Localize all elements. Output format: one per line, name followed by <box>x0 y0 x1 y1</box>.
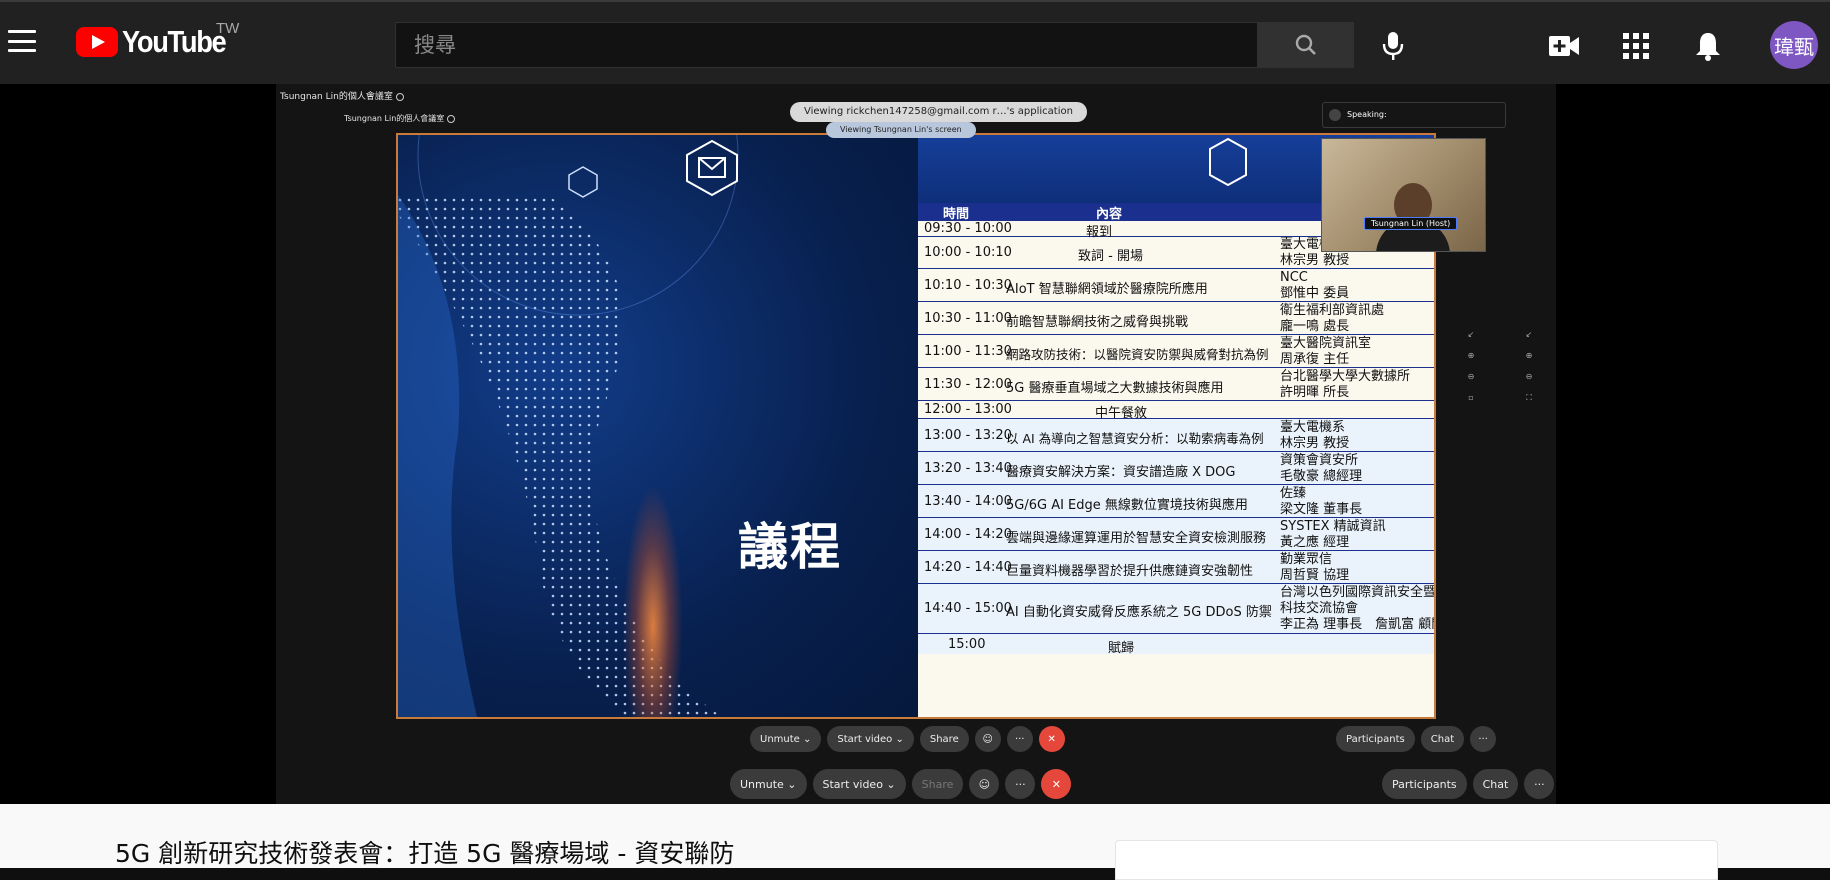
leave-meeting-icon[interactable]: ✕ <box>1038 726 1065 752</box>
search-box <box>395 22 1258 68</box>
slide-art-panel <box>398 135 918 717</box>
notifications-icon <box>1696 33 1720 61</box>
share-button[interactable]: Share <box>919 726 969 752</box>
mail-hex-icon <box>686 139 738 197</box>
menu-icon[interactable] <box>8 27 36 55</box>
agenda-row: 14:20 - 14:40 巨量資料機器學習於提升供應鏈資安強韌性 勤業眾信 周… <box>918 551 1434 584</box>
zoom-out-icon[interactable]: ⊖ <box>1466 366 1476 387</box>
room-title-inner: Tsungnan Lin的個人會議室 <box>344 113 456 124</box>
agenda-row: 13:20 - 13:40 醫療資安解決方案：資安譜造廠 X DOG 資策會資安… <box>918 452 1434 485</box>
room-title-outer: Tsungnan Lin的個人會議室 <box>280 89 404 102</box>
agenda-row: 10:30 - 11:00 前瞻智慧聯網技術之威脅與挑戰 衛生福利部資訊處 龐一… <box>918 302 1434 335</box>
agenda-row: 13:00 - 13:20 以 AI 為導向之智慧資安分析：以勒索病毒為例 臺大… <box>918 419 1434 452</box>
collapse-icon[interactable]: ↙ <box>1524 324 1534 345</box>
info-icon <box>447 114 456 123</box>
more-options-button[interactable]: ··· <box>1524 769 1555 799</box>
side-controls: Participants Chat ··· <box>1382 769 1556 799</box>
start-video-button[interactable]: Start video ⌄ <box>827 726 914 752</box>
agenda-row: 11:30 - 12:00 5G 醫療垂直場域之大數據技術與應用 台北醫學大學大… <box>918 368 1434 401</box>
player-letterbox-right <box>1556 84 1830 804</box>
secondary-panel <box>1115 840 1718 880</box>
more-button[interactable]: ··· <box>1006 726 1033 752</box>
notifications-button[interactable] <box>1688 26 1728 66</box>
agenda-row: 12:00 - 13:00 中午餐敘 <box>918 401 1434 421</box>
flame-glow <box>623 485 683 717</box>
watch-page-below: 5G 創新研究技術發表會：打造 5G 醫療場域 - 資安聯防 <box>0 804 1830 880</box>
meeting-controls: Unmute ⌄ Start video ⌄ Share ☺ ··· ✕ <box>730 769 1077 799</box>
logo-region: TW <box>216 20 240 37</box>
share-button[interactable]: Share <box>911 769 964 799</box>
participants-button[interactable]: Participants <box>1336 726 1415 752</box>
more-button[interactable]: ··· <box>1005 769 1036 799</box>
video-title: 5G 創新研究技術發表會：打造 5G 醫療場域 - 資安聯防 <box>115 839 735 868</box>
agenda-table: 時間 內容 09:30 - 10:00 報到 10:00 - 10:10 致詞 … <box>918 203 1434 717</box>
viewing-application-banner: Viewing rickchen147258@gmail.com r…'s ap… <box>790 102 1087 122</box>
more-options-button[interactable]: ··· <box>1470 726 1497 752</box>
agenda-row: 14:40 - 15:00 AI 自動化資安威脅反應系統之 5G DDoS 防禦… <box>918 584 1434 634</box>
apps-grid-icon <box>1623 33 1649 59</box>
agenda-row: 13:40 - 14:00 5G/6G AI Edge 無線數位實境技術與應用 … <box>918 485 1434 518</box>
agenda-row: 15:00 賦歸 <box>918 634 1434 656</box>
collapse-icon[interactable]: ↙ <box>1466 324 1476 345</box>
zoom-in-icon[interactable]: ⊕ <box>1524 345 1534 366</box>
hex-number-icon <box>1209 137 1247 187</box>
shared-slide: 議程 時間 內容 09:30 - 10:00 報到 10:00 - 10:10 … <box>396 133 1436 719</box>
agenda-head-content: 內容 <box>1096 207 1123 222</box>
agenda-row: 11:00 - 11:30 網路攻防技術：以醫院資安防禦與威脅對抗為例 臺大醫院… <box>918 335 1434 368</box>
inner-meeting-controls: Unmute ⌄ Start video ⌄ Share ☺ ··· ✕ <box>750 726 1071 752</box>
mic-icon <box>1382 32 1404 60</box>
agenda-row: 14:00 - 14:20 雲端與邊緣運算運用於智慧安全資安檢測服務 SYSTE… <box>918 518 1434 551</box>
host-video-thumbnail[interactable]: Tsungnan Lin (Host) <box>1321 138 1486 252</box>
side-toolbar-outer[interactable]: ↙ ⊕ ⊖ ⛶ <box>1524 324 1534 408</box>
avatar[interactable]: 瑋甄 <box>1770 21 1818 69</box>
info-icon <box>395 92 404 101</box>
agenda-head-time: 時間 <box>943 207 970 222</box>
voice-search-button[interactable] <box>1373 26 1413 66</box>
youtube-logo[interactable]: YouTube TW <box>76 20 240 60</box>
unmute-button[interactable]: Unmute ⌄ <box>730 769 807 799</box>
start-video-button[interactable]: Start video ⌄ <box>812 769 906 799</box>
small-hex-icon <box>568 166 598 198</box>
viewing-screen-banner: Viewing Tsungnan Lin's screen <box>826 122 976 138</box>
host-name-tag: Tsungnan Lin (Host) <box>1364 217 1458 230</box>
player-letterbox-left <box>0 84 276 804</box>
apps-button[interactable] <box>1616 26 1656 66</box>
masthead: YouTube TW 搜尋 瑋甄 <box>0 0 1830 84</box>
chat-button[interactable]: Chat <box>1420 726 1465 752</box>
chat-button[interactable]: Chat <box>1472 769 1519 799</box>
search-button[interactable] <box>1258 22 1354 68</box>
close-icon[interactable]: ▫ <box>1466 387 1476 408</box>
create-video-icon <box>1549 36 1579 56</box>
create-button[interactable] <box>1544 26 1584 66</box>
participants-button[interactable]: Participants <box>1382 769 1467 799</box>
leave-meeting-icon[interactable]: ✕ <box>1041 769 1072 799</box>
agenda-row: 10:10 - 10:30 AIoT 智慧聯網領域於醫療院所應用 NCC 鄧惟中… <box>918 269 1434 302</box>
speaking-indicator[interactable]: Speaking: <box>1322 102 1506 128</box>
play-logo-icon <box>76 27 118 57</box>
inner-side-controls: Participants Chat ··· <box>1336 726 1502 752</box>
search-input[interactable] <box>396 23 1257 67</box>
reactions-icon[interactable]: ☺ <box>974 726 1001 752</box>
zoom-in-icon[interactable]: ⊕ <box>1466 345 1476 366</box>
unmute-button[interactable]: Unmute ⌄ <box>750 726 822 752</box>
fullscreen-icon[interactable]: ⛶ <box>1524 387 1534 408</box>
reactions-icon[interactable]: ☺ <box>969 769 1000 799</box>
logo-text: YouTube <box>122 24 227 59</box>
side-toolbar-inner[interactable]: ↙ ⊕ ⊖ ▫ <box>1466 324 1476 408</box>
zoom-out-icon[interactable]: ⊖ <box>1524 366 1534 387</box>
search-icon <box>1295 34 1316 55</box>
slide-title: 議程 <box>738 518 842 576</box>
video-player[interactable]: Tsungnan Lin的個人會議室 Tsungnan Lin的個人會議室 議程… <box>276 84 1556 804</box>
